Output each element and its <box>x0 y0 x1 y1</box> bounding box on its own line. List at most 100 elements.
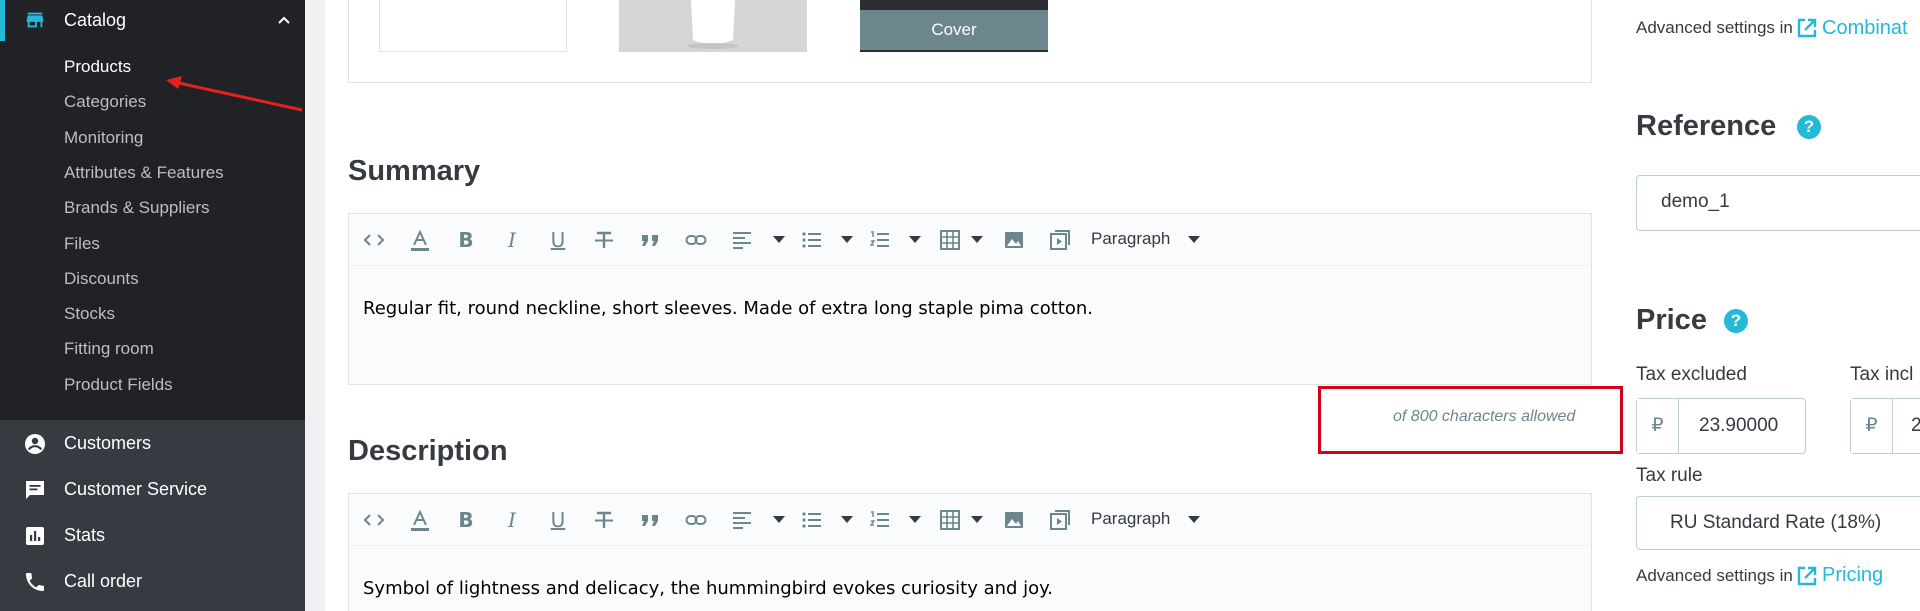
description-editor[interactable]: B I U Paragraph Symbol of lightness and … <box>348 493 1592 611</box>
text-color-icon[interactable] <box>407 228 433 252</box>
chevron-down-icon[interactable] <box>909 516 921 523</box>
image-icon[interactable] <box>1001 508 1027 532</box>
tax-rule-label: Tax rule <box>1636 465 1703 486</box>
help-icon[interactable]: ? <box>1724 309 1748 333</box>
sidebar-item-label: Call order <box>64 571 143 591</box>
sidebar-item-stats[interactable]: Stats <box>0 516 305 556</box>
cover-badge: Cover <box>860 10 1048 50</box>
tax-excluded-label: Tax excluded <box>1636 364 1747 385</box>
advanced-settings-label: Advanced settings in <box>1636 18 1793 37</box>
numbered-list-icon[interactable] <box>867 228 893 252</box>
table-icon[interactable] <box>937 228 963 252</box>
format-select[interactable]: Paragraph <box>1091 509 1170 529</box>
catalog-submenu: Catalog Products Categories Monitoring A… <box>0 0 305 420</box>
align-left-icon[interactable] <box>729 508 755 532</box>
external-link-icon[interactable] <box>1796 17 1818 39</box>
description-text[interactable]: Symbol of lightness and delicacy, the hu… <box>363 578 1053 599</box>
bullet-list-icon[interactable] <box>799 228 825 252</box>
sidebar-item-files[interactable]: Files <box>64 234 100 254</box>
italic-icon[interactable]: I <box>499 228 525 252</box>
chevron-down-icon[interactable] <box>1188 236 1200 243</box>
chevron-up-icon[interactable] <box>276 12 292 28</box>
sidebar-item-customers[interactable]: Customers <box>0 424 305 464</box>
price-tax-included-input[interactable]: ₽ 2 <box>1850 398 1920 454</box>
sidebar-item-brands-suppliers[interactable]: Brands & Suppliers <box>64 198 210 218</box>
bullet-list-icon[interactable] <box>799 508 825 532</box>
sidebar-item-products[interactable]: Products <box>64 57 131 77</box>
reference-title: Reference <box>1636 110 1777 142</box>
pricing-link[interactable]: Pricing <box>1822 564 1883 587</box>
price-tax-excluded-input[interactable]: ₽ 23.90000 <box>1636 398 1806 454</box>
product-image-thumbnail[interactable] <box>619 0 807 52</box>
media-icon[interactable] <box>1047 508 1073 532</box>
blockquote-icon[interactable] <box>637 228 663 252</box>
chat-icon <box>26 481 44 499</box>
image-dropzone[interactable] <box>379 0 567 52</box>
underline-icon[interactable]: U <box>545 228 571 252</box>
sidebar-item-label: Stats <box>64 525 106 545</box>
sidebar-item-catalog[interactable]: Catalog <box>0 0 305 41</box>
chevron-down-icon[interactable] <box>1188 516 1200 523</box>
bold-icon[interactable]: B <box>453 508 479 532</box>
tshirt-image <box>619 0 807 52</box>
sidebar-item-monitoring[interactable]: Monitoring <box>64 128 143 148</box>
sidebar-item-call-order[interactable]: Call order <box>0 562 305 602</box>
table-icon[interactable] <box>937 508 963 532</box>
sidebar-item-label: Customers <box>64 433 152 453</box>
link-icon[interactable] <box>683 508 709 532</box>
blockquote-icon[interactable] <box>637 508 663 532</box>
numbered-list-icon[interactable] <box>867 508 893 532</box>
currency-symbol: ₽ <box>1637 399 1679 453</box>
phone-icon <box>26 573 44 591</box>
chevron-down-icon[interactable] <box>841 516 853 523</box>
person-circle-icon <box>25 434 45 454</box>
sidebar-item-stocks[interactable]: Stocks <box>64 304 115 324</box>
media-icon[interactable] <box>1047 228 1073 252</box>
page-gutter <box>305 0 325 611</box>
sidebar-item-categories[interactable]: Categories <box>64 92 146 112</box>
link-icon[interactable] <box>683 228 709 252</box>
italic-icon[interactable]: I <box>499 508 525 532</box>
strikethrough-icon[interactable] <box>591 508 617 532</box>
summary-text[interactable]: Regular fit, round neckline, short sleev… <box>363 298 1093 319</box>
price-title: Price <box>1636 304 1707 336</box>
format-select[interactable]: Paragraph <box>1091 229 1170 249</box>
text-color-icon[interactable] <box>407 508 433 532</box>
chevron-down-icon[interactable] <box>773 236 785 243</box>
store-icon <box>26 12 44 28</box>
summary-editor[interactable]: B I U Paragraph Regular fit, round neckl… <box>348 213 1592 385</box>
combinations-link[interactable]: Combinat <box>1822 17 1908 40</box>
sidebar-item-discounts[interactable]: Discounts <box>64 269 139 289</box>
underline-icon[interactable]: U <box>545 508 571 532</box>
sidebar-item-attributes-features[interactable]: Attributes & Features <box>64 163 224 183</box>
description-toolbar: B I U Paragraph <box>349 494 1591 546</box>
character-counter: of 800 characters allowed <box>1393 408 1576 425</box>
price-tax-excluded-value[interactable]: 23.90000 <box>1679 399 1805 453</box>
reference-input[interactable]: demo_1 <box>1636 175 1920 231</box>
source-code-icon[interactable] <box>361 228 387 252</box>
chevron-down-icon[interactable] <box>841 236 853 243</box>
chevron-down-icon[interactable] <box>971 236 983 243</box>
sidebar-item-fitting-room[interactable]: Fitting room <box>64 339 154 359</box>
chevron-down-icon[interactable] <box>909 236 921 243</box>
help-icon[interactable]: ? <box>1797 115 1821 139</box>
source-code-icon[interactable] <box>361 508 387 532</box>
image-icon[interactable] <box>1001 228 1027 252</box>
active-indicator <box>0 0 5 41</box>
chevron-down-icon[interactable] <box>773 516 785 523</box>
annotation-arrow <box>166 76 303 112</box>
strikethrough-icon[interactable] <box>591 228 617 252</box>
external-link-icon[interactable] <box>1796 565 1818 587</box>
tax-rule-select[interactable]: RU Standard Rate (18%) <box>1636 496 1920 550</box>
summary-toolbar: B I U Paragraph <box>349 214 1591 266</box>
chevron-down-icon[interactable] <box>971 516 983 523</box>
bar-chart-icon <box>26 527 44 545</box>
sidebar-item-product-fields[interactable]: Product Fields <box>64 375 173 395</box>
price-tax-included-value[interactable]: 2 <box>1893 399 1920 453</box>
sidebar-item-customer-service[interactable]: Customer Service <box>0 470 305 510</box>
advanced-settings-label: Advanced settings in <box>1636 566 1793 585</box>
align-left-icon[interactable] <box>729 228 755 252</box>
sidebar-item-label: Catalog <box>64 10 127 30</box>
sidebar-item-label: Customer Service <box>64 479 208 499</box>
bold-icon[interactable]: B <box>453 228 479 252</box>
